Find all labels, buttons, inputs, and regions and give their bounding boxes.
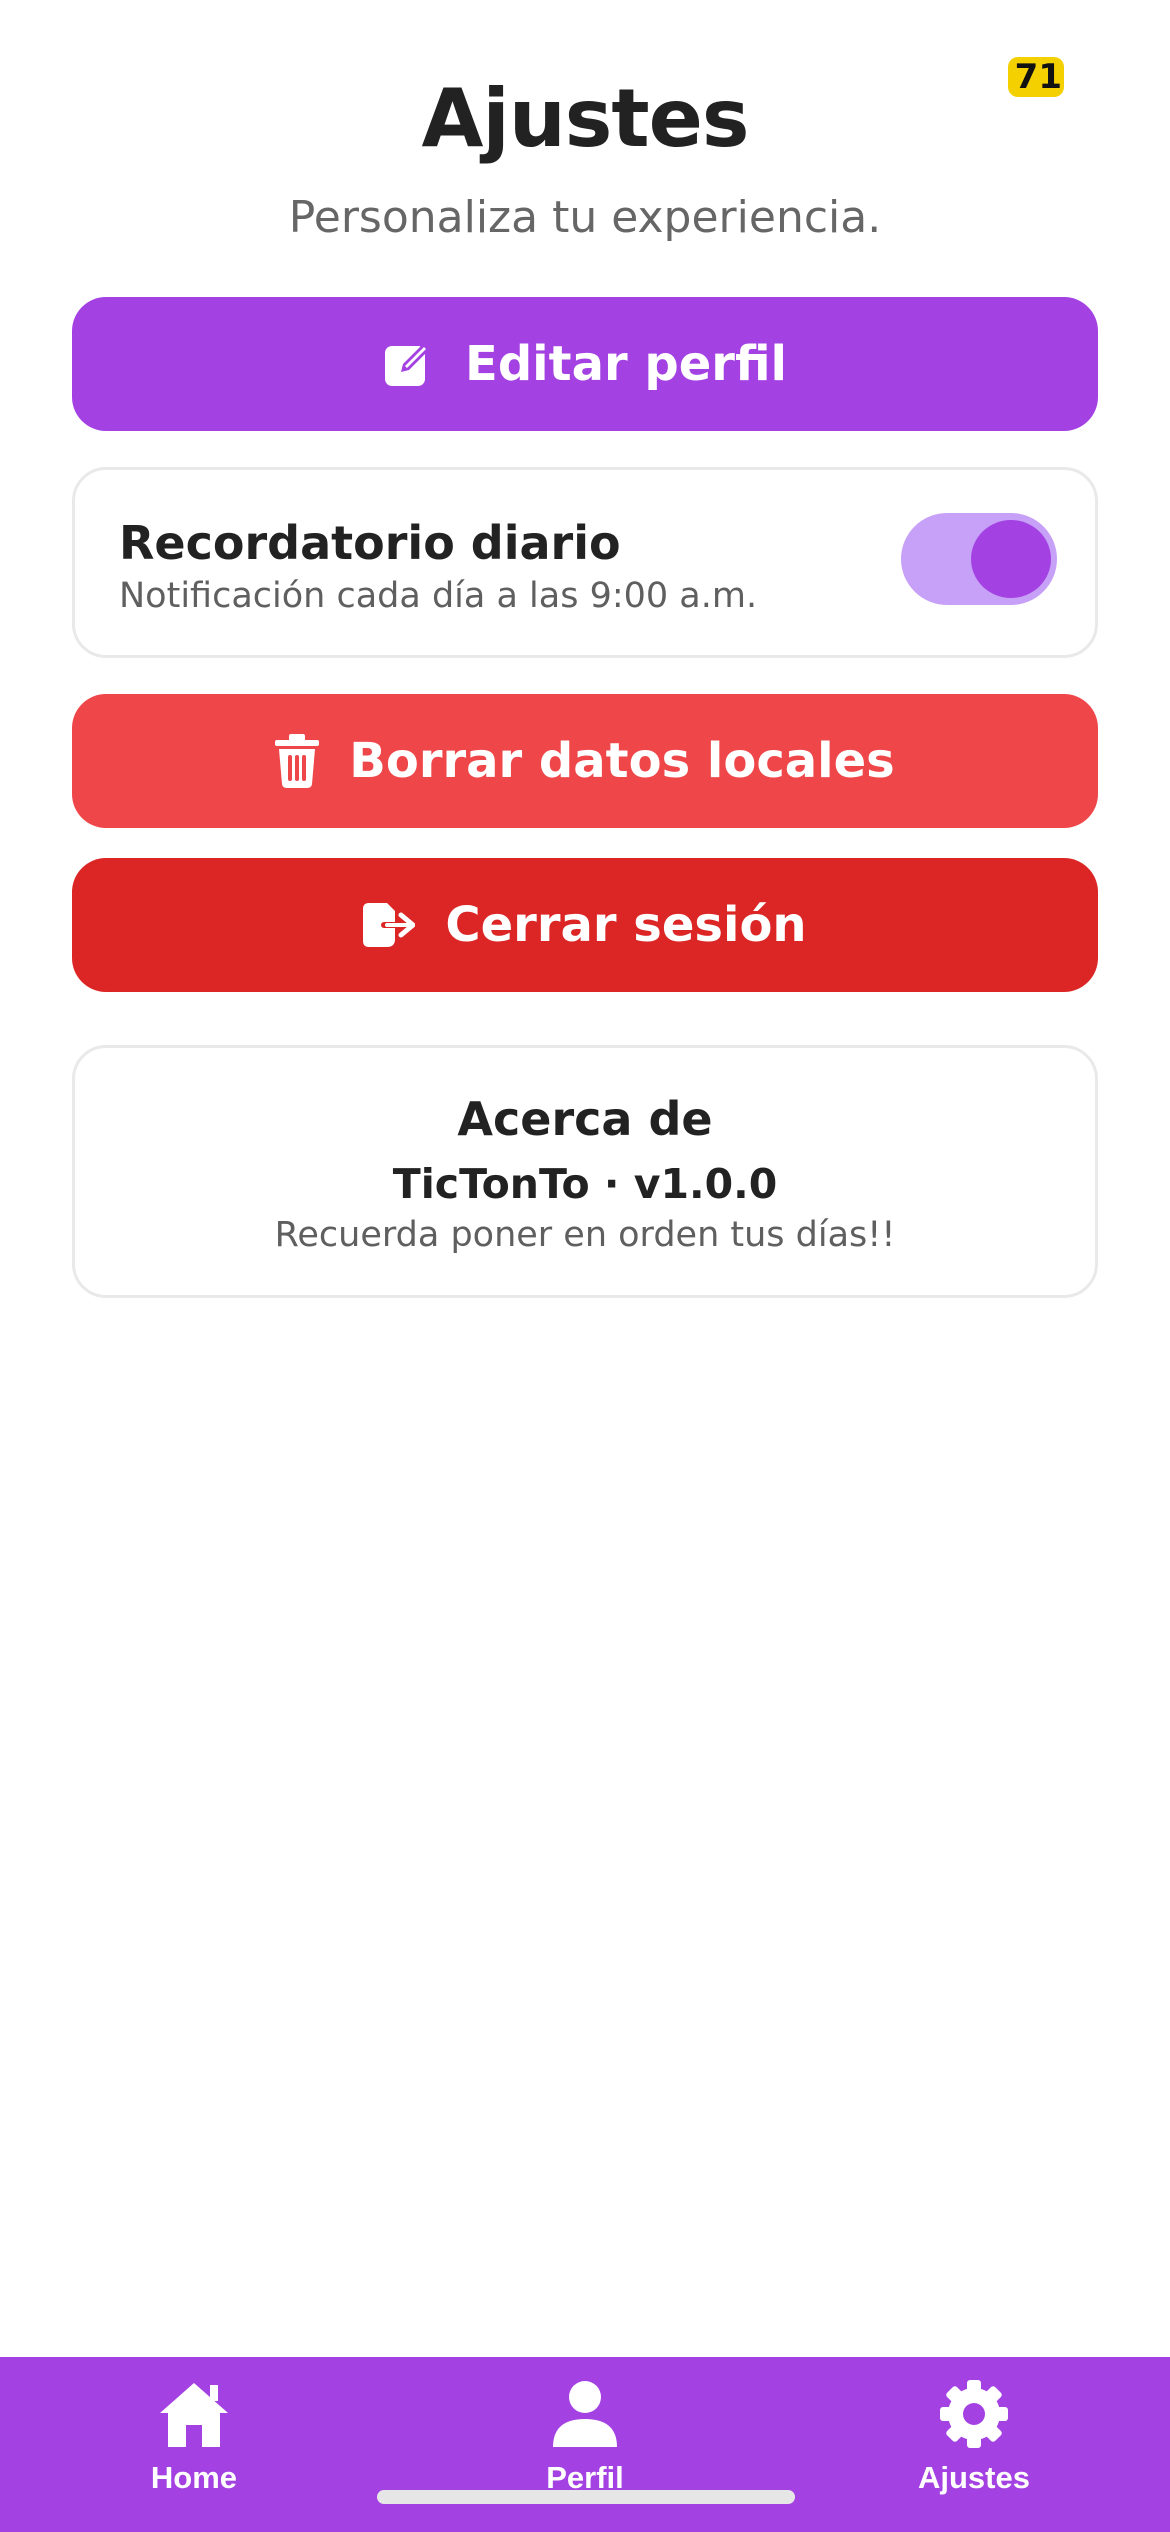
trash-icon	[275, 734, 320, 788]
toggle-knob	[971, 520, 1051, 598]
edit-icon	[383, 338, 435, 390]
gear-icon	[936, 2379, 1012, 2454]
about-app-version: TicTonTo · v1.0.0	[392, 1160, 778, 1208]
person-icon	[547, 2379, 623, 2454]
reminder-subtitle: Notificación cada día a las 9:00 a.m.	[119, 576, 758, 616]
daily-reminder-card: Recordatorio diario Notificación cada dí…	[72, 467, 1098, 658]
reminder-title: Recordatorio diario	[119, 516, 621, 570]
page-subtitle: Personaliza tu experiencia.	[288, 192, 882, 243]
logout-icon	[363, 903, 416, 947]
tab-profile[interactable]: Perfil	[485, 2379, 685, 2499]
tab-home[interactable]: Home	[94, 2379, 294, 2499]
tab-settings-label: Ajustes	[918, 2460, 1030, 2495]
edit-profile-label: Editar perfil	[465, 336, 787, 392]
tab-home-label: Home	[150, 2460, 238, 2495]
edit-profile-button[interactable]: Editar perfil	[72, 297, 1098, 431]
about-card: Acerca de TicTonTo · v1.0.0 Recuerda pon…	[72, 1045, 1098, 1298]
home-icon	[156, 2379, 232, 2454]
reminder-toggle[interactable]	[901, 513, 1057, 605]
logout-button[interactable]: Cerrar sesión	[72, 858, 1098, 992]
about-tagline: Recuerda poner en orden tus días!!	[274, 1215, 896, 1255]
home-indicator	[377, 2490, 795, 2504]
about-title: Acerca de	[457, 1092, 713, 1146]
delete-local-data-label: Borrar datos locales	[349, 733, 895, 789]
tab-bar: Home Perfil Ajustes	[0, 2357, 1170, 2532]
page-title: Ajustes	[421, 72, 749, 165]
logout-label: Cerrar sesión	[445, 897, 807, 953]
delete-local-data-button[interactable]: Borrar datos locales	[72, 694, 1098, 828]
tab-settings[interactable]: Ajustes	[874, 2379, 1074, 2499]
